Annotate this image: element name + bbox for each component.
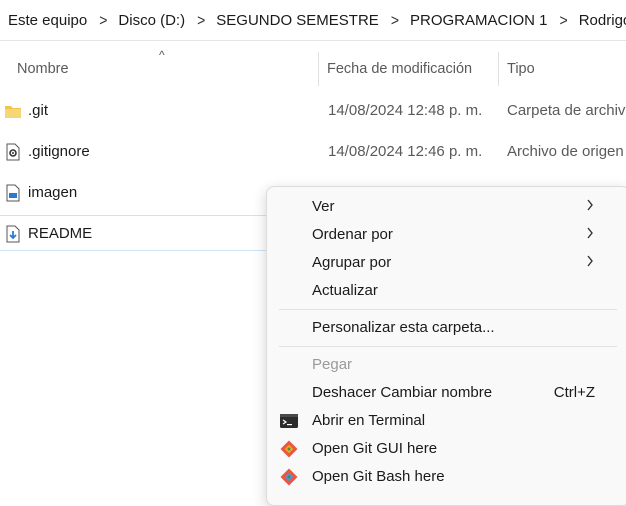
menu-item-label: Open Git GUI here xyxy=(312,440,438,457)
terminal-icon xyxy=(280,414,298,428)
breadcrumb-divider xyxy=(0,40,626,41)
markdown-file-icon xyxy=(6,225,20,243)
folder-icon xyxy=(5,106,21,118)
menu-separator xyxy=(279,309,617,310)
chevron-right-icon[interactable]: > xyxy=(391,11,399,29)
breadcrumb-item-this-pc[interactable]: Este equipo xyxy=(8,12,87,29)
menu-item-sort-by[interactable]: Ordenar por xyxy=(267,221,626,249)
file-type: Archivo de origen xyxy=(507,143,624,160)
menu-item-label: Abrir en Terminal xyxy=(312,412,426,429)
menu-separator xyxy=(279,346,617,347)
column-header-type[interactable]: Tipo xyxy=(507,61,535,77)
menu-item-undo-rename[interactable]: Deshacer Cambiar nombre Ctrl+Z xyxy=(267,379,626,407)
chevron-right-icon[interactable]: > xyxy=(197,11,205,29)
menu-item-git-gui[interactable]: Open Git GUI here xyxy=(267,435,626,463)
column-resize-handle[interactable] xyxy=(318,52,319,86)
file-type: Carpeta de archivos xyxy=(507,102,626,119)
menu-item-git-bash[interactable]: Open Git Bash here xyxy=(267,463,626,491)
menu-item-label: Actualizar xyxy=(312,282,378,299)
menu-item-paste: Pegar xyxy=(267,351,626,379)
chevron-right-icon[interactable]: > xyxy=(560,11,568,29)
git-gui-icon xyxy=(280,440,298,458)
column-header-date[interactable]: Fecha de modificación xyxy=(327,61,472,77)
menu-item-label: Deshacer Cambiar nombre xyxy=(312,384,493,401)
git-bash-icon xyxy=(280,468,298,486)
breadcrumb: Este equipo > Disco (D:) > SEGUNDO SEMES… xyxy=(0,0,626,40)
menu-item-refresh[interactable]: Actualizar xyxy=(267,277,626,305)
file-row[interactable]: .git 14/08/2024 12:48 p. m. Carpeta de a… xyxy=(0,92,626,130)
file-name: README xyxy=(28,225,93,242)
chevron-right-icon[interactable]: > xyxy=(99,11,107,29)
gear-file-icon xyxy=(6,143,20,161)
context-menu: Ver Ordenar por Agrupar por Actualizar P… xyxy=(266,186,626,506)
menu-item-shortcut: Ctrl+Z xyxy=(553,384,595,401)
file-date: 14/08/2024 12:48 p. m. xyxy=(328,102,483,119)
breadcrumb-item-programacion[interactable]: PROGRAMACION 1 xyxy=(410,12,548,29)
column-header-name[interactable]: Nombre xyxy=(17,61,69,77)
menu-item-label: Open Git Bash here xyxy=(312,468,445,485)
column-resize-handle[interactable] xyxy=(498,52,499,86)
file-name: .git xyxy=(28,102,49,119)
menu-item-label: Ver xyxy=(312,198,335,215)
menu-item-label: Ordenar por xyxy=(312,226,393,243)
chevron-right-icon xyxy=(587,227,593,239)
breadcrumb-item-segundo-semestre[interactable]: SEGUNDO SEMESTRE xyxy=(216,12,379,29)
sort-ascending-icon: ^ xyxy=(159,48,165,62)
file-row[interactable]: .gitignore 14/08/2024 12:46 p. m. Archiv… xyxy=(0,133,626,171)
file-date: 14/08/2024 12:46 p. m. xyxy=(328,143,483,160)
chevron-right-icon xyxy=(587,199,593,211)
image-file-icon xyxy=(6,184,20,202)
menu-item-label: Agrupar por xyxy=(312,254,392,271)
menu-item-open-terminal[interactable]: Abrir en Terminal xyxy=(267,407,626,435)
menu-item-customize-folder[interactable]: Personalizar esta carpeta... xyxy=(267,314,626,342)
menu-item-label: Personalizar esta carpeta... xyxy=(312,319,495,336)
menu-item-view[interactable]: Ver xyxy=(267,193,626,221)
file-name: imagen xyxy=(28,184,78,201)
file-name: .gitignore xyxy=(28,143,90,160)
breadcrumb-item-rodrigo[interactable]: Rodrigo-SIS10 xyxy=(579,12,626,29)
menu-item-label: Pegar xyxy=(312,356,353,373)
menu-item-group-by[interactable]: Agrupar por xyxy=(267,249,626,277)
breadcrumb-item-disk-d[interactable]: Disco (D:) xyxy=(118,12,185,29)
chevron-right-icon xyxy=(587,255,593,267)
